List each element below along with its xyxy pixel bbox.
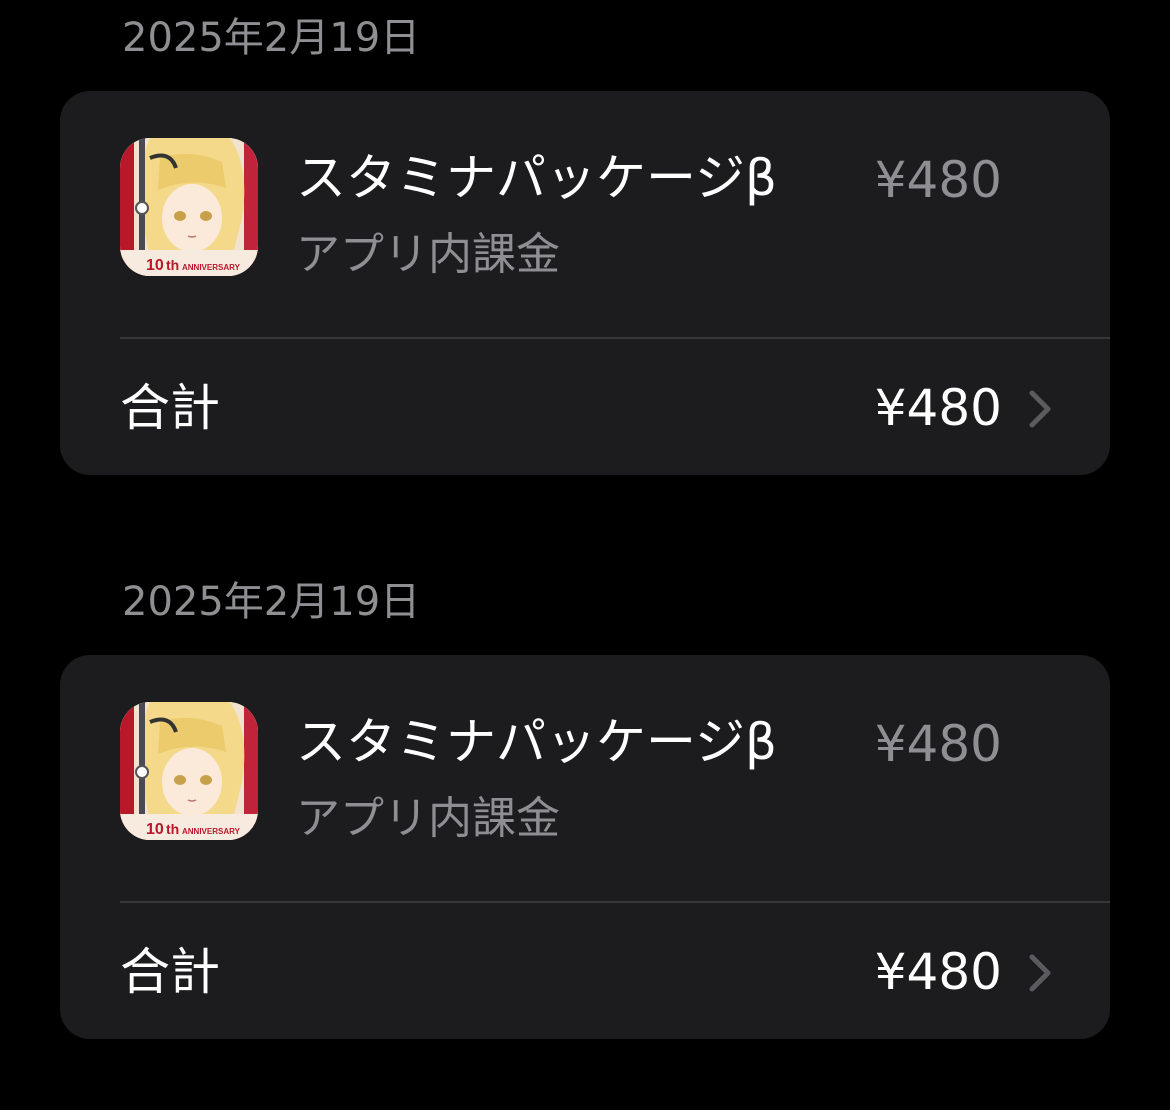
item-price: ¥480 bbox=[874, 715, 1002, 773]
chevron-right-icon bbox=[1029, 954, 1051, 992]
item-title: スタミナパッケージβ bbox=[296, 149, 777, 207]
svg-text:th: th bbox=[166, 257, 179, 273]
total-value: ¥480 bbox=[874, 943, 1002, 1001]
item-title: スタミナパッケージβ bbox=[296, 713, 777, 771]
purchase-card: 10 th ANNIVERSARY スタミナパッケージβ アプリ内課金 ¥480… bbox=[60, 91, 1110, 475]
svg-text:th: th bbox=[166, 821, 179, 837]
svg-text:ANNIVERSARY: ANNIVERSARY bbox=[182, 263, 241, 272]
app-icon-anime-character: 10 th ANNIVERSARY bbox=[120, 702, 258, 840]
total-row[interactable]: 合計 ¥480 bbox=[60, 903, 1110, 1039]
svg-text:10: 10 bbox=[146, 257, 164, 274]
app-icon-anime-character: 10 th ANNIVERSARY bbox=[120, 138, 258, 276]
total-value: ¥480 bbox=[874, 379, 1002, 437]
total-label: 合計 bbox=[120, 943, 220, 1001]
purchase-card: 10 th ANNIVERSARY スタミナパッケージβ アプリ内課金 ¥480… bbox=[60, 655, 1110, 1039]
item-subtitle: アプリ内課金 bbox=[296, 793, 560, 844]
item-price: ¥480 bbox=[874, 151, 1002, 209]
purchase-item-row[interactable]: 10 th ANNIVERSARY スタミナパッケージβ アプリ内課金 ¥480 bbox=[60, 91, 1110, 337]
date-header: 2025年2月19日 bbox=[122, 579, 421, 625]
chevron-right-icon bbox=[1029, 390, 1051, 428]
purchase-item-row[interactable]: 10 th ANNIVERSARY スタミナパッケージβ アプリ内課金 ¥480 bbox=[60, 655, 1110, 901]
total-row[interactable]: 合計 ¥480 bbox=[60, 339, 1110, 475]
total-label: 合計 bbox=[120, 379, 220, 437]
svg-text:ANNIVERSARY: ANNIVERSARY bbox=[182, 827, 241, 836]
svg-text:10: 10 bbox=[146, 821, 164, 838]
item-subtitle: アプリ内課金 bbox=[296, 229, 560, 280]
date-header: 2025年2月19日 bbox=[122, 15, 421, 61]
